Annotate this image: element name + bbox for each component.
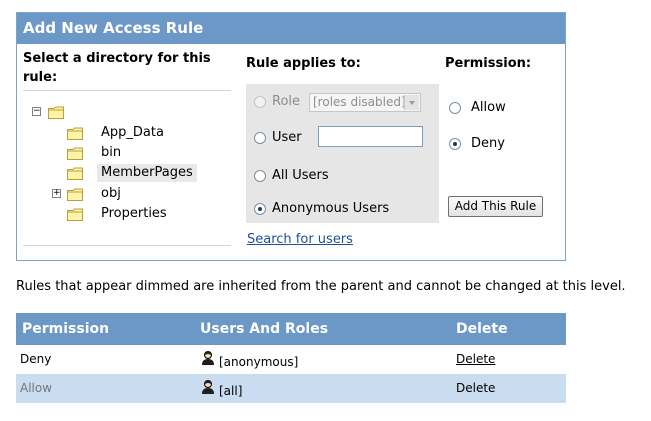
header-users-and-roles: Users And Roles [200, 321, 329, 337]
inherited-rules-note: Rules that appear dimmed are inherited f… [16, 279, 626, 294]
add-access-rule-panel: Add New Access Rule Select a directory f… [16, 12, 566, 261]
tree-item-app-data[interactable]: App_Data [67, 124, 227, 142]
folder-icon [48, 106, 64, 119]
directory-title: Select a directory for this rule: [23, 51, 211, 85]
folder-icon [67, 208, 83, 221]
add-rule-button[interactable]: Add This Rule [448, 196, 543, 217]
tree-item-label[interactable]: obj [97, 185, 125, 203]
user-icon [201, 379, 215, 395]
all-users-label: All Users [272, 168, 329, 183]
tree-item-label[interactable]: bin [97, 144, 125, 162]
collapse-icon[interactable]: − [32, 107, 41, 116]
delete-link[interactable]: Delete [456, 345, 495, 374]
rule-applies-title: Rule applies to: [246, 56, 361, 71]
delete-label-disabled: Delete [456, 381, 496, 395]
tree-root-node[interactable]: − [31, 103, 71, 121]
row-permission: Allow [20, 381, 53, 395]
user-icon [201, 350, 215, 366]
expand-icon[interactable]: + [52, 189, 61, 198]
allow-label: Allow [471, 100, 506, 115]
tree-item-obj[interactable]: + obj [51, 185, 211, 203]
tree-item-properties[interactable]: Properties [67, 205, 227, 223]
rule-applies-column: Rule applies to: Role [roles disabled] U… [246, 44, 439, 256]
search-users-link[interactable]: Search for users [247, 232, 353, 247]
row-users: [all] [219, 384, 243, 398]
permission-title: Permission: [445, 56, 532, 71]
anonymous-users-label: Anonymous Users [272, 201, 390, 216]
rule-options-box: Role [roles disabled] User All Users Ano… [246, 84, 439, 223]
divider [23, 245, 231, 246]
divider [23, 90, 231, 91]
permission-column: Permission: Allow Deny Add This Rule [445, 44, 565, 256]
user-radio[interactable] [254, 132, 266, 144]
deny-radio[interactable] [449, 138, 461, 150]
panel-title: Add New Access Rule [17, 13, 565, 44]
directory-column: Select a directory for this rule: − App_… [17, 44, 239, 262]
all-users-radio[interactable] [254, 170, 266, 182]
user-label: User [272, 130, 302, 145]
anonymous-users-radio[interactable] [254, 203, 266, 215]
folder-icon [67, 127, 83, 140]
tree-item-label[interactable]: Properties [97, 205, 171, 223]
row-users: [anonymous] [219, 355, 299, 369]
header-delete: Delete [456, 321, 508, 337]
chevron-down-icon [404, 95, 419, 110]
row-permission: Deny [20, 352, 52, 366]
tree-item-label-selected[interactable]: MemberPages [97, 164, 197, 182]
roles-select-value: [roles disabled] [313, 95, 406, 109]
table-row: Deny [anonymous] Delete [16, 345, 566, 374]
user-input[interactable] [318, 126, 423, 147]
header-permission: Permission [22, 321, 110, 337]
deny-label: Deny [471, 136, 505, 151]
folder-icon [67, 147, 83, 160]
role-label: Role [272, 94, 301, 109]
roles-select[interactable]: [roles disabled] [309, 93, 421, 112]
rules-grid-header: Permission Users And Roles Delete [16, 313, 566, 345]
folder-icon [67, 188, 83, 201]
folder-icon [67, 167, 83, 180]
role-radio[interactable] [254, 96, 266, 108]
tree-item-label[interactable]: App_Data [97, 124, 168, 142]
tree-item-bin[interactable]: bin [67, 144, 227, 162]
tree-item-memberpages[interactable]: MemberPages [67, 164, 227, 182]
allow-radio[interactable] [449, 102, 461, 114]
table-row-dimmed: Allow [all] Delete [16, 374, 566, 403]
